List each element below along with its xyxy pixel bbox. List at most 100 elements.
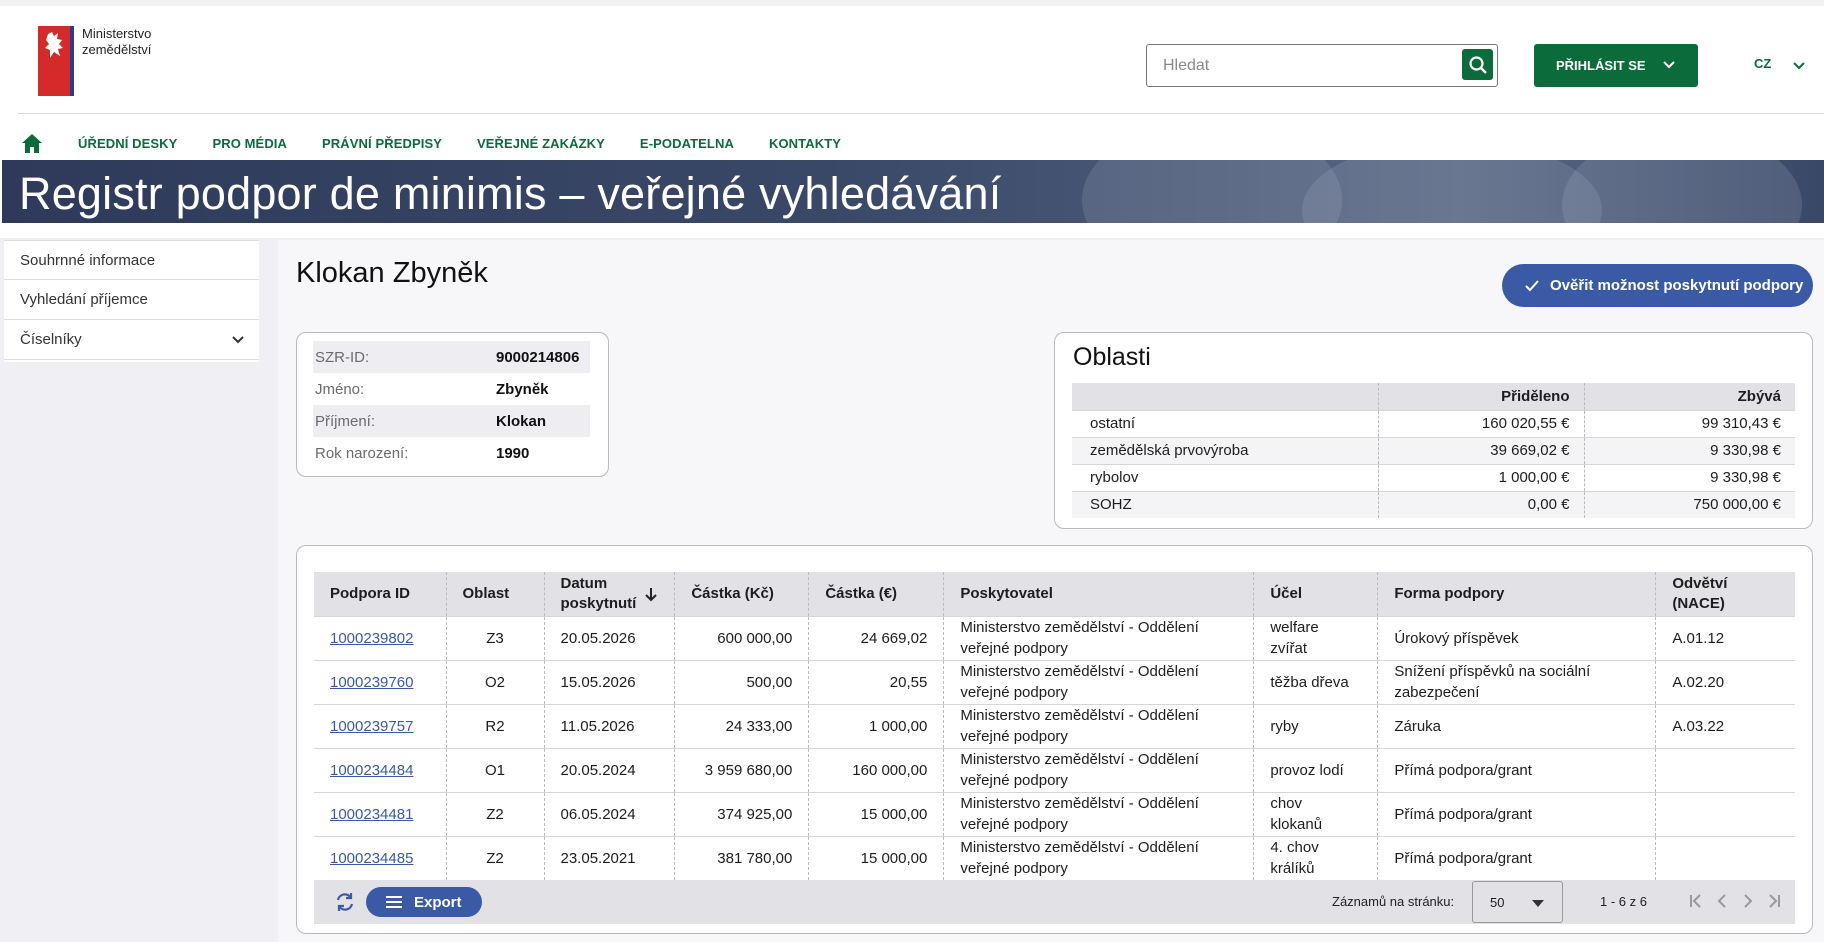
purpose-line-2: králíků [1270,860,1315,878]
form-line-1: Přímá podpora/grant [1394,805,1532,823]
table-row: 1000239802 Z3 20.05.2026 600 000,00 24 6… [314,615,1795,660]
sidebar-item-recipient-search[interactable]: Vyhledání příjemce [4,280,259,320]
column-header-provider[interactable]: Poskytovatel [943,572,1254,616]
grant-form: Přímá podpora/grant [1377,835,1656,880]
search-input[interactable] [1163,55,1453,77]
purpose-line-1: ryby [1270,717,1299,735]
table-header-row: Přiděleno Zbývá [1072,383,1795,410]
provider-line-2: veřejné podpory [960,772,1068,789]
grant-area: Z2 [445,835,544,880]
grant-id-link[interactable]: 1000234481 [330,806,413,823]
column-header-id[interactable]: Podpora ID [314,572,446,616]
login-button[interactable]: PŘIHLÁSIT SE [1534,44,1698,87]
provider-line-2: veřejné podpory [960,728,1068,745]
verify-support-button[interactable]: Ověřit možnost poskytnutí podpory [1502,264,1813,307]
column-header-form[interactable]: Forma podpory [1377,572,1656,616]
date-header-line-2: poskytnutí [560,594,637,612]
provider-line-2: veřejné podpory [960,860,1068,878]
table-header-row: Podpora ID Oblast Datum poskytnutí Částk… [314,572,1795,616]
header-divider [18,113,1824,114]
logo-line-1: Ministerstvo [82,26,152,41]
next-page-icon[interactable] [1740,893,1756,909]
info-key: Rok narození: [315,444,409,462]
area-allocated: 160 020,55 € [1377,409,1584,437]
nav-item-pro-media[interactable]: PRO MÉDIA [212,136,287,151]
info-value: Zbyněk [496,380,549,398]
nav-item-e-podatelna[interactable]: E-PODATELNA [640,136,734,151]
table-row: ostatní 160 020,55 € 99 310,43 € [1072,409,1795,437]
pagination-controls [1688,893,1782,909]
area-remaining: 9 330,98 € [1583,436,1795,464]
grants-table: Podpora ID Oblast Datum poskytnutí Částk… [314,572,1795,880]
grant-provider: Ministerstvo zemědělství - Oddělení veřej… [943,703,1254,748]
info-value: 1990 [496,444,530,462]
prev-page-icon[interactable] [1714,893,1730,909]
first-page-icon[interactable] [1688,893,1704,909]
grant-id-link[interactable]: 1000234485 [330,850,413,867]
grant-date: 20.05.2024 [543,747,675,792]
logo-line-2: zemědělství [82,42,152,57]
column-header [1072,383,1378,410]
provider-line-1: Ministerstvo zemědělství - Oddělení [960,795,1199,812]
provider-line-1: Ministerstvo zemědělství - Oddělení [960,751,1199,768]
grant-area: Z3 [445,615,544,660]
provider-line-2: veřejné podpory [960,816,1068,833]
column-header-date[interactable]: Datum poskytnutí [543,572,675,616]
grant-area: O2 [445,659,544,704]
form-line-1: Snížení příspěvků na sociální [1394,663,1591,680]
grant-provider: Ministerstvo zemědělství - Oddělení veřej… [943,615,1254,660]
grant-eur: 1 000,00 [808,703,944,748]
column-header-area[interactable]: Oblast [445,572,544,616]
grant-id-link[interactable]: 1000239802 [330,630,413,647]
area-remaining: 750 000,00 € [1583,490,1795,518]
export-button[interactable]: Export [366,887,482,917]
area-name: SOHZ [1072,490,1378,518]
grant-nace: A.01.12 [1655,615,1795,660]
grant-form: Záruka [1377,703,1656,748]
column-header-nace[interactable]: Odvětví (NACE) [1655,572,1795,616]
language-selector[interactable]: CZ [1754,56,1771,71]
grant-id-link[interactable]: 1000239760 [330,674,413,691]
grant-eur: 20,55 [808,659,944,704]
grant-provider: Ministerstvo zemědělství - Oddělení veřej… [943,835,1254,880]
grant-date: 15.05.2026 [543,659,675,704]
nav-item-uredni-desky[interactable]: ÚŘEDNÍ DESKY [78,136,177,151]
grant-id-link[interactable]: 1000239757 [330,718,413,735]
search-button[interactable] [1462,49,1493,80]
ministry-logo[interactable]: Ministerstvo zemědělství [38,26,151,96]
banner-decoration [1302,160,1602,223]
chevron-down-icon [1663,61,1675,69]
grant-form: Úrokový příspěvek [1377,615,1656,660]
grant-area: Z2 [445,791,544,836]
nav-item-kontakty[interactable]: KONTAKTY [769,136,841,151]
column-header-czk[interactable]: Částka (Kč) [674,572,809,616]
grant-eur: 160 000,00 [808,747,944,792]
provider-line-1: Ministerstvo zemědělství - Oddělení [960,839,1199,857]
rows-per-page-select[interactable]: 50 [1472,881,1563,923]
column-header-eur[interactable]: Částka (€) [808,572,944,616]
areas-title: Oblasti [1073,343,1151,371]
area-name: rybolov [1072,463,1378,491]
home-icon[interactable] [20,131,44,155]
provider-line-1: Ministerstvo zemědělství - Oddělení [960,619,1199,636]
chevron-down-icon[interactable] [1792,60,1806,72]
nav-item-pravni-predpisy[interactable]: PRÁVNÍ PŘEDPISY [322,136,442,151]
column-header-purpose[interactable]: Účel [1253,572,1378,616]
grant-id-link[interactable]: 1000234484 [330,762,413,779]
form-line-1: Přímá podpora/grant [1394,761,1532,779]
rows-per-page-value: 50 [1490,895,1505,910]
grant-czk: 3 959 680,00 [674,747,809,792]
grant-purpose: 4. chov králíků [1253,835,1378,880]
grant-form: Snížení příspěvků na sociální zabezpečení [1377,659,1656,704]
sidebar-item-codebooks[interactable]: Číselníky [4,320,259,360]
info-value: 9000214806 [496,348,580,366]
refresh-icon[interactable] [334,890,356,914]
sidebar-item-summary[interactable]: Souhrnné informace [4,240,259,280]
sidebar-item-label: Vyhledání příjemce [20,291,148,308]
nav-item-verejne-zakazky[interactable]: VEŘEJNÉ ZAKÁZKY [477,136,605,151]
grant-czk: 24 333,00 [674,703,809,748]
grant-nace [1655,747,1795,792]
last-page-icon[interactable] [1766,893,1782,909]
area-allocated: 0,00 € [1377,490,1584,518]
area-allocated: 1 000,00 € [1377,463,1584,491]
